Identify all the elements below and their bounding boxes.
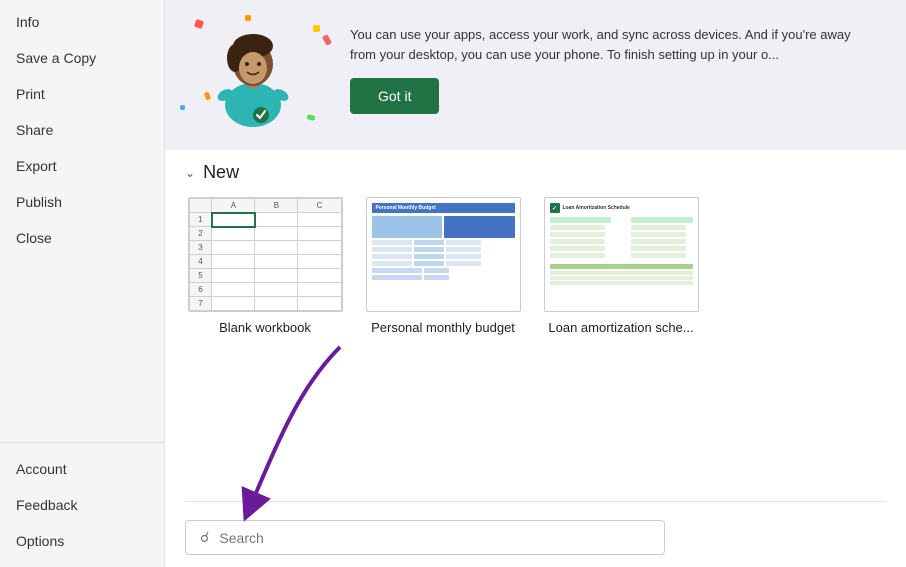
sidebar-item-account[interactable]: Account xyxy=(0,451,164,487)
notification-text: You can use your apps, access your work,… xyxy=(350,25,876,64)
sidebar-item-save-a-copy[interactable]: Save a Copy xyxy=(0,40,164,76)
sidebar-item-info[interactable]: Info xyxy=(0,4,164,40)
notification-banner: You can use your apps, access your work,… xyxy=(165,0,906,150)
confetti-3 xyxy=(313,25,320,32)
blank-workbook-label: Blank workbook xyxy=(219,320,311,335)
confetti-6 xyxy=(306,114,315,121)
sidebar-bottom: Account Feedback Options xyxy=(0,442,164,567)
blank-workbook-thumbnail: A B C 1 2 xyxy=(188,197,343,312)
notification-text-area: You can use your apps, access your work,… xyxy=(340,10,886,124)
new-section-label: New xyxy=(203,162,239,183)
sidebar-item-print[interactable]: Print xyxy=(0,76,164,112)
person-illustration xyxy=(203,20,303,130)
template-personal-budget[interactable]: Personal Monthly Budget xyxy=(363,197,523,335)
search-bar-container: ☌ xyxy=(165,512,906,567)
search-input[interactable] xyxy=(219,530,650,546)
sidebar-item-close[interactable]: Close xyxy=(0,220,164,256)
sidebar-nav: Info Save a Copy Print Share Export Publ… xyxy=(0,0,164,567)
new-section-header: ⌄ New xyxy=(185,162,886,183)
templates-row: A B C 1 2 xyxy=(185,197,886,335)
personal-budget-label: Personal monthly budget xyxy=(371,320,515,335)
loan-amortization-label: Loan amortization sche... xyxy=(548,320,693,335)
chevron-down-icon: ⌄ xyxy=(185,166,195,180)
sidebar-item-share[interactable]: Share xyxy=(0,112,164,148)
section-divider xyxy=(185,501,886,502)
budget-thumbnail: Personal Monthly Budget xyxy=(366,197,521,312)
search-icon: ☌ xyxy=(200,529,209,546)
sidebar-item-options[interactable]: Options xyxy=(0,523,164,559)
template-blank-workbook[interactable]: A B C 1 2 xyxy=(185,197,345,335)
template-loan-amortization[interactable]: ✓ Loan Amortization Schedule xyxy=(541,197,701,335)
confetti-2 xyxy=(245,15,251,21)
new-section: ⌄ New A B C 1 xyxy=(165,150,906,491)
notification-illustration xyxy=(165,10,340,140)
sidebar-item-publish[interactable]: Publish xyxy=(0,184,164,220)
sidebar-item-feedback[interactable]: Feedback xyxy=(0,487,164,523)
sidebar-item-export[interactable]: Export xyxy=(0,148,164,184)
search-bar: ☌ xyxy=(185,520,665,555)
sidebar: Info Save a Copy Print Share Export Publ… xyxy=(0,0,165,567)
confetti-4 xyxy=(322,34,332,46)
got-it-button[interactable]: Got it xyxy=(350,78,439,114)
main-content: You can use your apps, access your work,… xyxy=(165,0,906,567)
loan-thumbnail: ✓ Loan Amortization Schedule xyxy=(544,197,699,312)
confetti-5 xyxy=(180,105,185,110)
